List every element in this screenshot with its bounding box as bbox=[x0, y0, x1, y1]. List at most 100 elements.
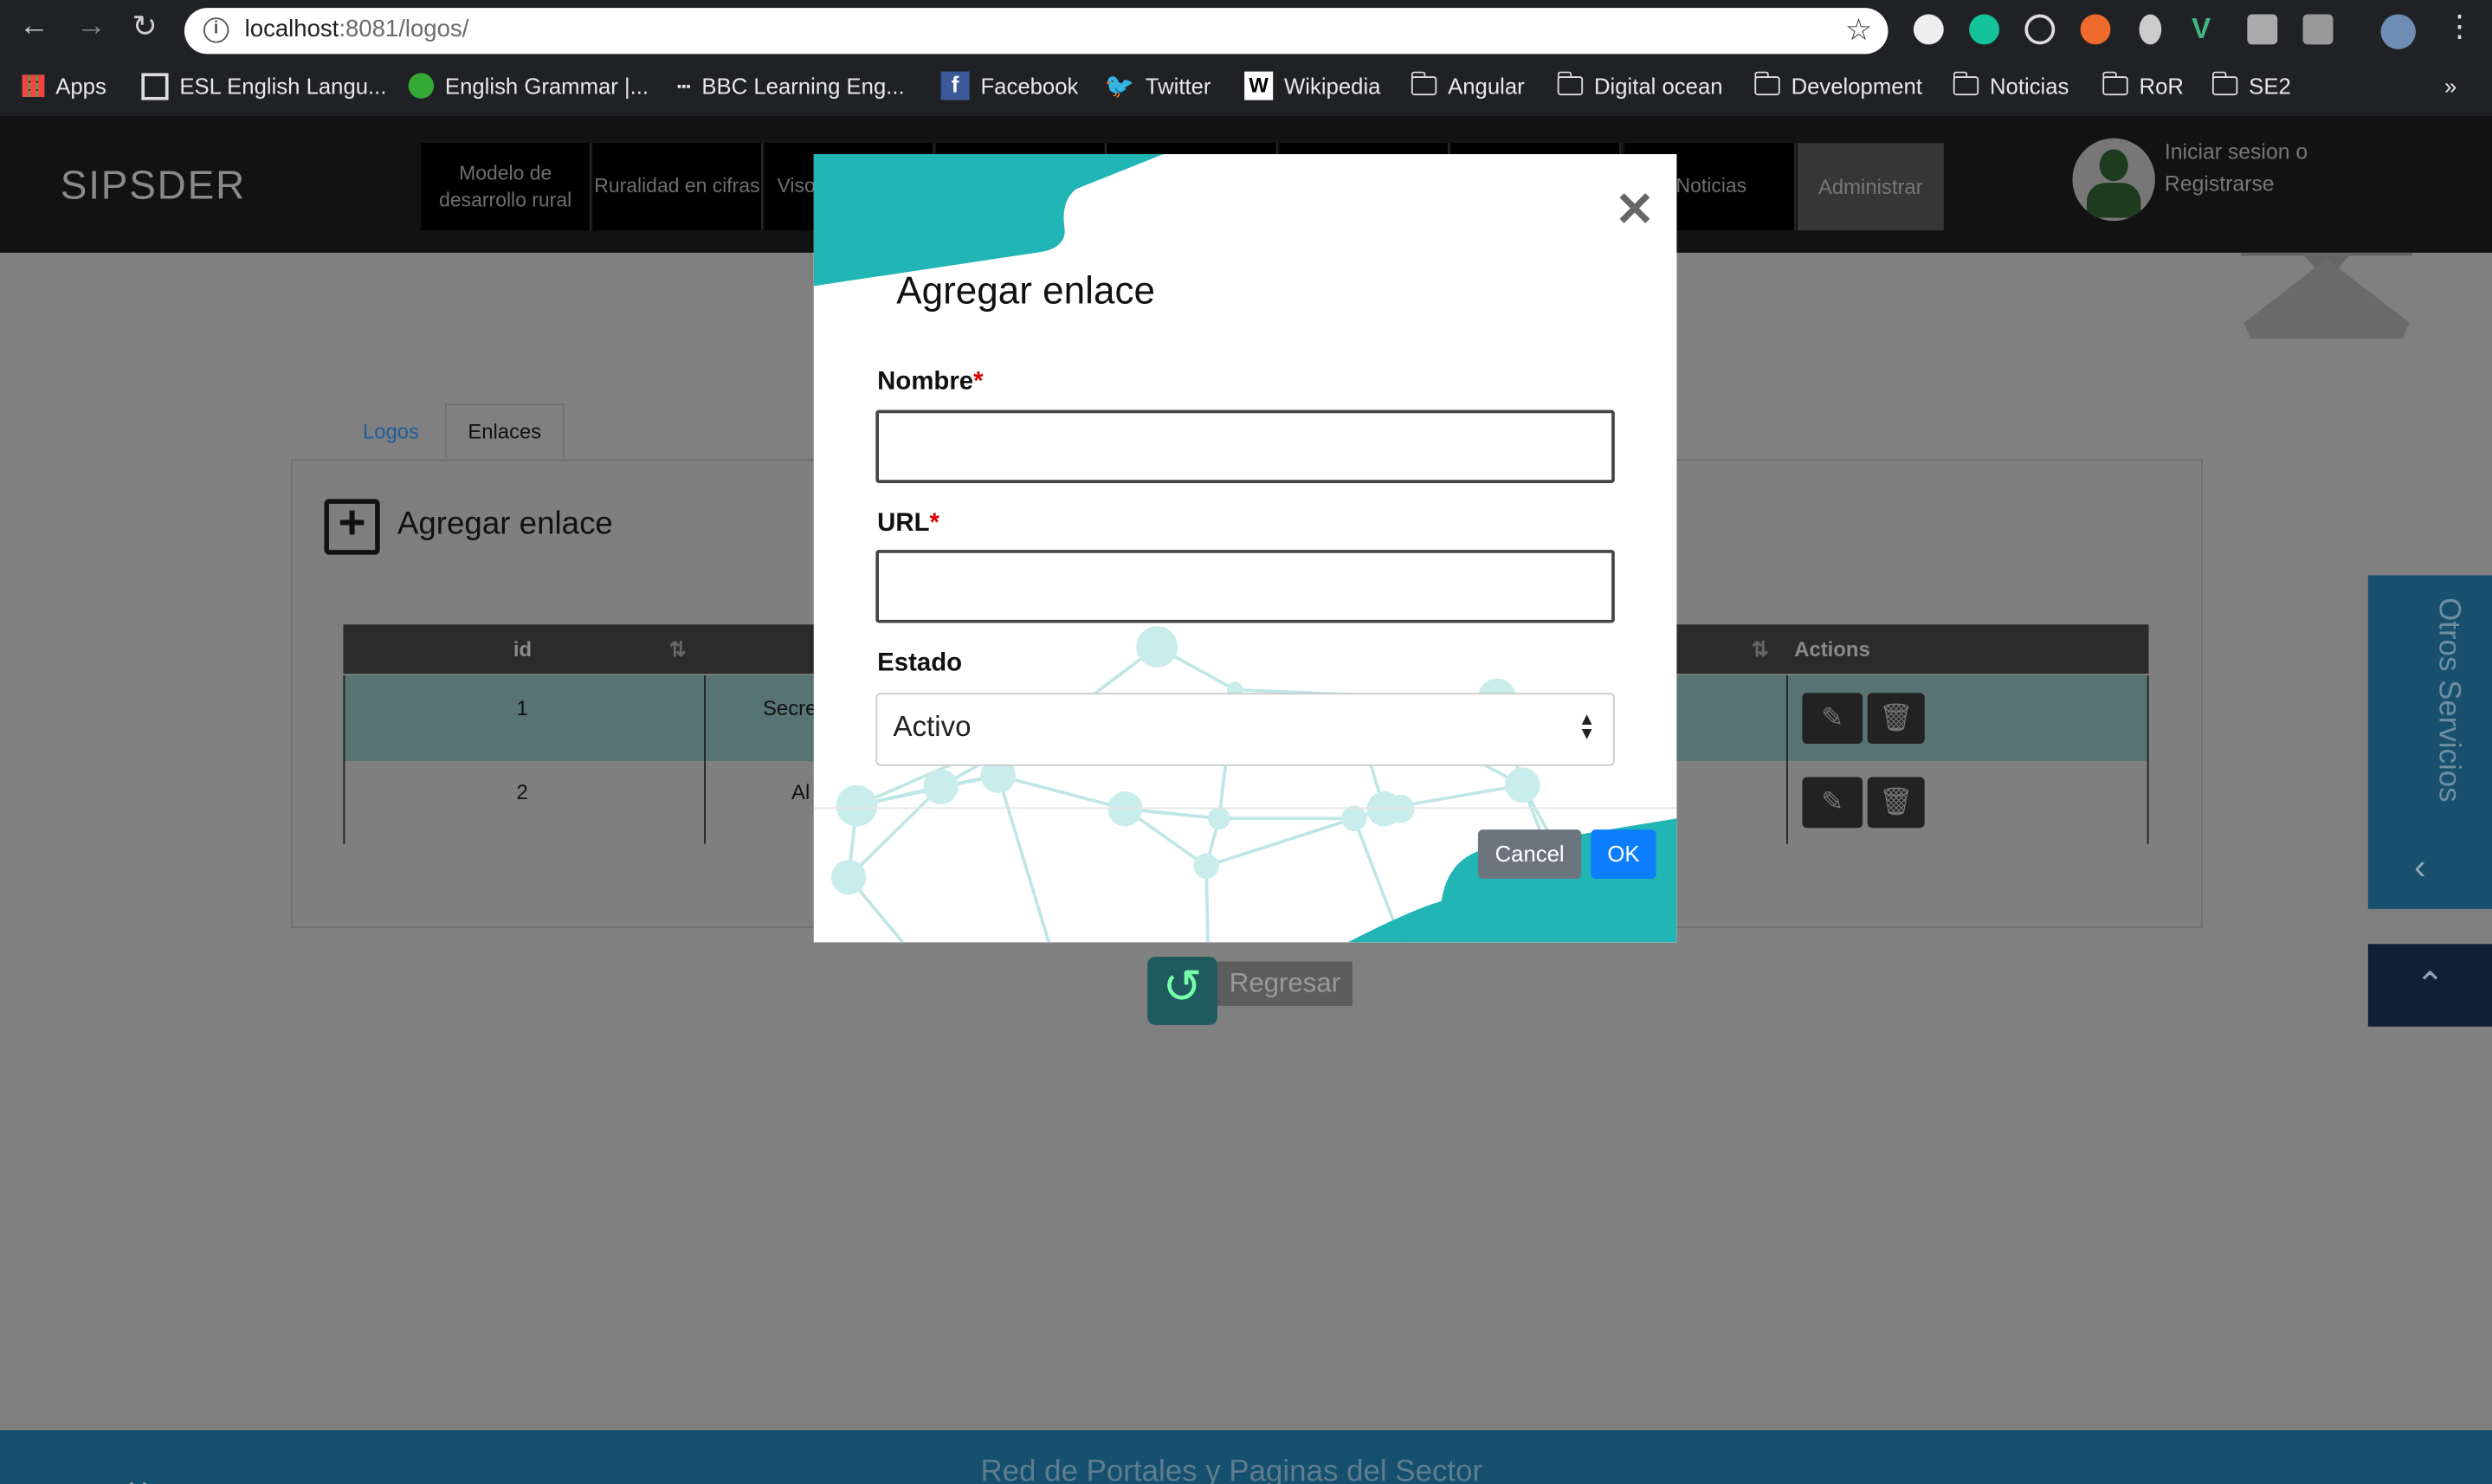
login-link[interactable]: Iniciar sesion o Registrarse bbox=[2165, 137, 2340, 200]
back-button[interactable]: Regresar bbox=[1217, 961, 1353, 1006]
folder-icon bbox=[1753, 71, 1780, 96]
bookmark-development[interactable]: Development bbox=[1753, 70, 1922, 102]
column-header-id[interactable]: id bbox=[513, 637, 532, 661]
bookmark-label: Twitter bbox=[1145, 73, 1211, 99]
estado-label: Estado bbox=[877, 649, 963, 677]
extension-icon[interactable] bbox=[1913, 14, 1944, 45]
folder-icon bbox=[2211, 71, 2238, 96]
bookmark-angular[interactable]: Angular bbox=[1410, 70, 1525, 102]
close-icon[interactable]: ✕ bbox=[1615, 183, 1655, 238]
required-asterisk: * bbox=[929, 510, 939, 538]
url-text: localhost:8081/logos/ bbox=[245, 16, 469, 42]
footer-title: Red de Portales y Paginas del Sector bbox=[980, 1455, 1483, 1484]
bookmark-label: Development bbox=[1791, 73, 1922, 99]
url-label-text: URL bbox=[877, 510, 930, 538]
bookmark-label: Noticias bbox=[1989, 73, 2069, 99]
url-path: :8081/logos/ bbox=[339, 16, 469, 43]
profile-avatar[interactable] bbox=[2380, 14, 2416, 49]
required-asterisk: * bbox=[973, 368, 984, 397]
bookmark-noticias[interactable]: Noticias bbox=[1952, 70, 2069, 102]
nombre-label-text: Nombre bbox=[877, 368, 974, 397]
bookmark-digital-ocean[interactable]: Digital ocean bbox=[1556, 70, 1723, 102]
back-arrow-icon[interactable]: ← bbox=[19, 10, 49, 44]
bookmark-facebook[interactable]: f Facebook bbox=[940, 70, 1079, 102]
add-link-title[interactable]: Agregar enlace bbox=[397, 507, 613, 544]
footer-chevron-down-icon[interactable]: ⌄ bbox=[120, 1454, 155, 1484]
bookmark-label: BBC Learning Eng... bbox=[701, 73, 905, 99]
forward-arrow-icon[interactable]: → bbox=[76, 10, 107, 44]
address-bar[interactable]: i localhost:8081/logos/ ☆ bbox=[184, 8, 1888, 55]
bookmark-label: SE2 bbox=[2249, 73, 2291, 99]
apps-grid-icon bbox=[22, 74, 45, 97]
delete-trash-icon[interactable]: 🗑 bbox=[1867, 777, 1925, 829]
estado-selected-value: Activo bbox=[893, 710, 972, 743]
bookmark-label: RoR bbox=[2139, 73, 2184, 99]
extension-icon[interactable] bbox=[2247, 14, 2278, 45]
url-input[interactable] bbox=[875, 550, 1615, 623]
sort-icon[interactable]: ⇅ bbox=[669, 637, 687, 662]
folder-icon bbox=[1952, 71, 1979, 96]
select-arrows-icon: ▲ ▼ bbox=[1578, 710, 1596, 744]
delete-trash-icon[interactable]: 🗑 bbox=[1867, 693, 1925, 744]
reload-icon[interactable]: ↻ bbox=[132, 10, 157, 46]
nav-ruralidad[interactable]: Ruralidad en cifras bbox=[592, 143, 764, 231]
bookmarks-more[interactable]: » bbox=[2444, 70, 2456, 102]
table-border bbox=[343, 675, 345, 844]
scroll-top-chevron-icon[interactable]: ⌃ bbox=[2367, 944, 2492, 1027]
bookmark-label: Digital ocean bbox=[1593, 73, 1723, 99]
edit-pencil-icon[interactable]: ✎ bbox=[1802, 693, 1863, 744]
cell-id: 1 bbox=[516, 695, 528, 720]
sort-icon[interactable]: ⇅ bbox=[1752, 637, 1769, 662]
nav-modelo[interactable]: Modelo de desarrollo rural bbox=[421, 143, 591, 231]
cancel-button[interactable]: Cancel bbox=[1477, 829, 1582, 880]
bookmark-star-icon[interactable]: ☆ bbox=[1845, 13, 1872, 49]
bookmark-ror[interactable]: RoR bbox=[2101, 70, 2184, 102]
nombre-input[interactable] bbox=[875, 410, 1615, 483]
extension-icon[interactable] bbox=[2302, 14, 2334, 45]
user-avatar-icon[interactable] bbox=[2072, 138, 2155, 222]
otros-servicios-label: Otros Servicios bbox=[2431, 597, 2465, 803]
refresh-back-icon[interactable]: ↺ bbox=[1147, 956, 1217, 1025]
tab-enlaces[interactable]: Enlaces bbox=[444, 403, 565, 458]
bookmark-label: ESL English Langu... bbox=[179, 73, 387, 99]
bookmark-label: English Grammar |... bbox=[444, 73, 649, 99]
table-border bbox=[1786, 675, 1788, 844]
nombre-label: Nombre* bbox=[877, 369, 983, 397]
modal-divider bbox=[813, 807, 1677, 810]
bookmark-apps[interactable]: Apps bbox=[22, 70, 107, 102]
bookmark-esl[interactable]: ESL English Langu... bbox=[141, 70, 386, 102]
vue-devtools-icon[interactable]: V bbox=[2192, 14, 2222, 45]
table-border bbox=[704, 675, 706, 844]
site-logo[interactable]: SIPSDER bbox=[61, 164, 246, 210]
folder-icon bbox=[2101, 71, 2128, 96]
nav-administrar[interactable]: Administrar bbox=[1797, 143, 1944, 231]
bookmark-label: Wikipedia bbox=[1284, 73, 1381, 99]
bookmark-bbc[interactable]: ▪▪▪ BBC Learning Eng... bbox=[677, 70, 905, 102]
info-icon[interactable]: i bbox=[203, 17, 229, 43]
table-border bbox=[2147, 675, 2149, 844]
bookmark-english-grammar[interactable]: English Grammar |... bbox=[408, 70, 649, 102]
edit-pencil-icon[interactable]: ✎ bbox=[1802, 777, 1863, 829]
tab-logos[interactable]: Logos bbox=[339, 403, 443, 457]
bbc-icon: ▪▪▪ bbox=[676, 78, 691, 94]
url-host: localhost bbox=[244, 16, 339, 43]
bookmark-label: Facebook bbox=[980, 73, 1079, 99]
cell-id: 2 bbox=[516, 780, 528, 804]
ok-button[interactable]: OK bbox=[1591, 829, 1656, 880]
bookmark-twitter[interactable]: 🐦 Twitter bbox=[1105, 70, 1211, 102]
extension-icon[interactable] bbox=[2024, 14, 2056, 45]
wikipedia-icon: W bbox=[1244, 71, 1274, 100]
modal-title: Agregar enlace bbox=[896, 270, 1155, 313]
grammarly-icon[interactable] bbox=[1969, 14, 2000, 45]
estado-select[interactable] bbox=[875, 693, 1615, 766]
bookmark-wikipedia[interactable]: W Wikipedia bbox=[1244, 70, 1380, 102]
chevron-left-icon[interactable]: ‹ bbox=[2414, 847, 2425, 888]
bookmark-se2[interactable]: SE2 bbox=[2211, 70, 2291, 102]
menu-dots-icon[interactable]: ⋮ bbox=[2444, 10, 2475, 46]
cell-name: Al bbox=[791, 780, 810, 804]
extension-icon[interactable] bbox=[2080, 14, 2111, 45]
collapse-arrow-icon[interactable] bbox=[2240, 252, 2413, 339]
bookmark-label: Angular bbox=[1448, 73, 1525, 99]
add-box-icon[interactable]: + bbox=[324, 499, 380, 555]
extension-icon[interactable] bbox=[2139, 14, 2162, 45]
